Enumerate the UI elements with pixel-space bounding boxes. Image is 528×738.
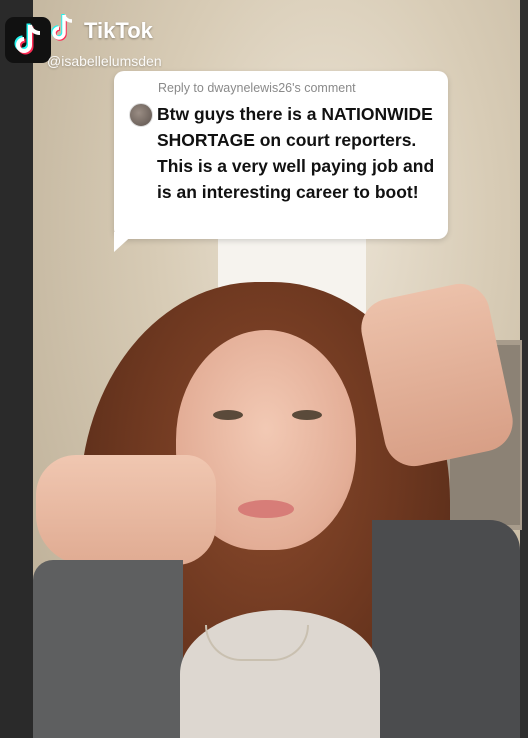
person-eye-right	[292, 410, 322, 420]
bubble-tail	[114, 232, 136, 252]
music-note-icon	[51, 14, 73, 41]
jacket-right	[372, 520, 520, 738]
comment-reply-bubble: Reply to dwaynelewis26's comment Btw guy…	[114, 71, 448, 239]
person-hand-left	[36, 455, 216, 565]
person-eye-left	[213, 410, 243, 420]
video-frame[interactable]: TikTok @isabellelumsden Reply to dwaynel…	[0, 0, 528, 738]
commenter-avatar	[129, 103, 153, 127]
jacket-left	[33, 560, 183, 738]
person-lips	[238, 500, 294, 518]
comment-text: Btw guys there is a NATIONWIDE SHORTAGE …	[157, 104, 435, 202]
left-letterbox	[0, 0, 33, 738]
reply-label: Reply to dwaynelewis26's comment	[158, 81, 356, 95]
tiktok-wordmark: TikTok	[84, 18, 153, 43]
tiktok-logo-icon	[5, 17, 51, 63]
creator-handle[interactable]: @isabellelumsden	[47, 53, 162, 69]
